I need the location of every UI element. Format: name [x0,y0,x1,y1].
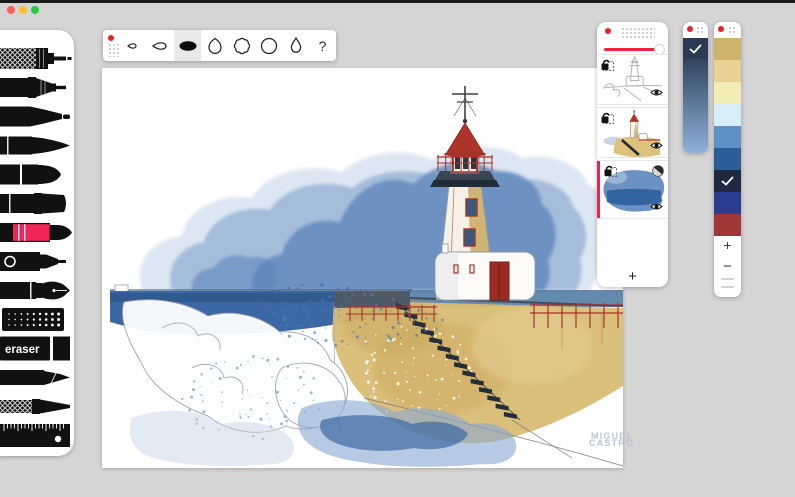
circle-icon [257,34,281,58]
blender-icon [0,393,72,420]
color-palette-panel: + − [714,22,741,297]
shade-panel [683,22,708,153]
color-swatch[interactable] [714,82,741,104]
close-button[interactable] [7,6,15,14]
help-label: ? [319,38,327,54]
toolbar-red-dot [108,35,114,41]
tip-medium-icon [149,34,173,58]
fine-brush-icon [0,132,72,159]
screen-top-edge [0,0,795,3]
color-swatch[interactable] [714,60,741,82]
drop-round-icon [203,34,227,58]
textured-pencil-icon [0,45,72,72]
brush-help-button[interactable]: ? [309,30,336,61]
tool-bullet-marker[interactable] [0,161,72,188]
palette-swatches [714,38,741,236]
remove-color-button[interactable]: − [714,258,741,275]
brush-tip-drop-round[interactable] [201,30,228,61]
checkmark-icon [721,176,734,186]
color-swatch[interactable] [714,170,741,192]
layer-opacity-slider[interactable] [604,48,658,51]
tool-eraser[interactable]: eraser [0,335,72,362]
tool-technical-pen[interactable] [0,74,72,101]
palette-red-dot [718,26,724,32]
layer-visibility-icon[interactable] [650,84,663,102]
tool-cutter[interactable] [0,364,72,391]
brush-tip-scalloped[interactable] [228,30,255,61]
layers-panel: + [597,22,668,287]
color-swatch[interactable] [714,192,741,214]
tool-flat-brush[interactable] [0,190,72,217]
drawing-canvas[interactable]: MIGUEL CASTRO [102,68,623,468]
color-swatch[interactable] [714,104,741,126]
brush-tip-ellipse[interactable] [174,30,201,61]
tool-ruler[interactable] [0,422,72,449]
tool-watercolor-brush[interactable] [0,219,72,246]
tool-fountain-pen[interactable] [0,277,72,304]
fountain-pen-icon [0,277,72,304]
scalloped-circle-icon [230,34,254,58]
tool-blender[interactable] [0,393,72,420]
tip-ellipse-filled-icon [176,34,200,58]
tools-panel: eraser [0,30,74,456]
shade-red-dot [687,26,693,32]
add-color-button[interactable]: + [714,237,741,253]
flat-brush-icon [0,190,72,217]
palette-drag-handle[interactable] [721,278,734,288]
brush-tip-medium[interactable] [147,30,174,61]
ballpoint-pen-icon [0,248,72,275]
brush-shape-toolbar: ? [103,30,336,61]
brush-tip-small[interactable] [120,30,147,61]
toolbar-grip-dots [108,43,119,57]
layer-row-sketch[interactable] [597,54,668,105]
layer-visibility-icon[interactable] [650,137,663,155]
checkmark-icon [689,44,702,54]
tool-ballpoint-pen[interactable] [0,248,72,275]
layer-opacity-badge[interactable] [652,164,664,182]
layer-lock-icon[interactable] [604,164,619,183]
layers-grip-dots[interactable] [621,27,655,38]
toolbar-drag-handle[interactable] [103,30,120,61]
shade-gradient-picker[interactable] [683,59,708,153]
tool-textured-pencil[interactable] [0,45,72,72]
droplet-icon [284,34,308,58]
tool-fine-brush[interactable] [0,132,72,159]
watercolor-brush-icon [0,219,72,246]
layer-row-lighthouse-color[interactable] [597,107,668,158]
bullet-marker-icon [0,161,72,188]
painting[interactable] [102,68,623,468]
brush-tip-droplet[interactable] [282,30,309,61]
brush-tip-circle[interactable] [255,30,282,61]
shade-selected-swatch[interactable] [683,38,708,60]
artist-signature: MIGUEL CASTRO [591,432,634,447]
technical-pen-icon [0,74,72,101]
eraser-label: eraser [5,344,40,356]
airbrush-icon [0,306,72,333]
tool-marker[interactable] [0,103,72,130]
selected-layer-indicator [597,161,600,218]
layer-visibility-icon[interactable] [650,198,663,216]
shade-grip-dots[interactable] [696,26,705,35]
layer-lock-icon[interactable] [601,58,616,77]
color-swatch[interactable] [714,126,741,148]
palette-grip-dots[interactable] [728,26,737,35]
layer-lock-icon[interactable] [601,111,616,130]
marker-icon [0,103,72,130]
minimize-button[interactable] [19,6,27,14]
layers-red-dot [605,28,611,34]
color-swatch[interactable] [714,214,741,236]
tip-small-icon [122,34,146,58]
add-layer-button[interactable]: + [597,268,668,285]
layer-row-water-wash[interactable] [597,160,668,219]
cutter-icon [0,364,72,391]
eraser-icon: eraser [0,335,72,362]
ruler-icon [0,422,72,449]
color-swatch[interactable] [714,148,741,170]
tool-airbrush[interactable] [0,306,72,333]
zoom-button[interactable] [31,6,39,14]
color-swatch[interactable] [714,38,741,60]
